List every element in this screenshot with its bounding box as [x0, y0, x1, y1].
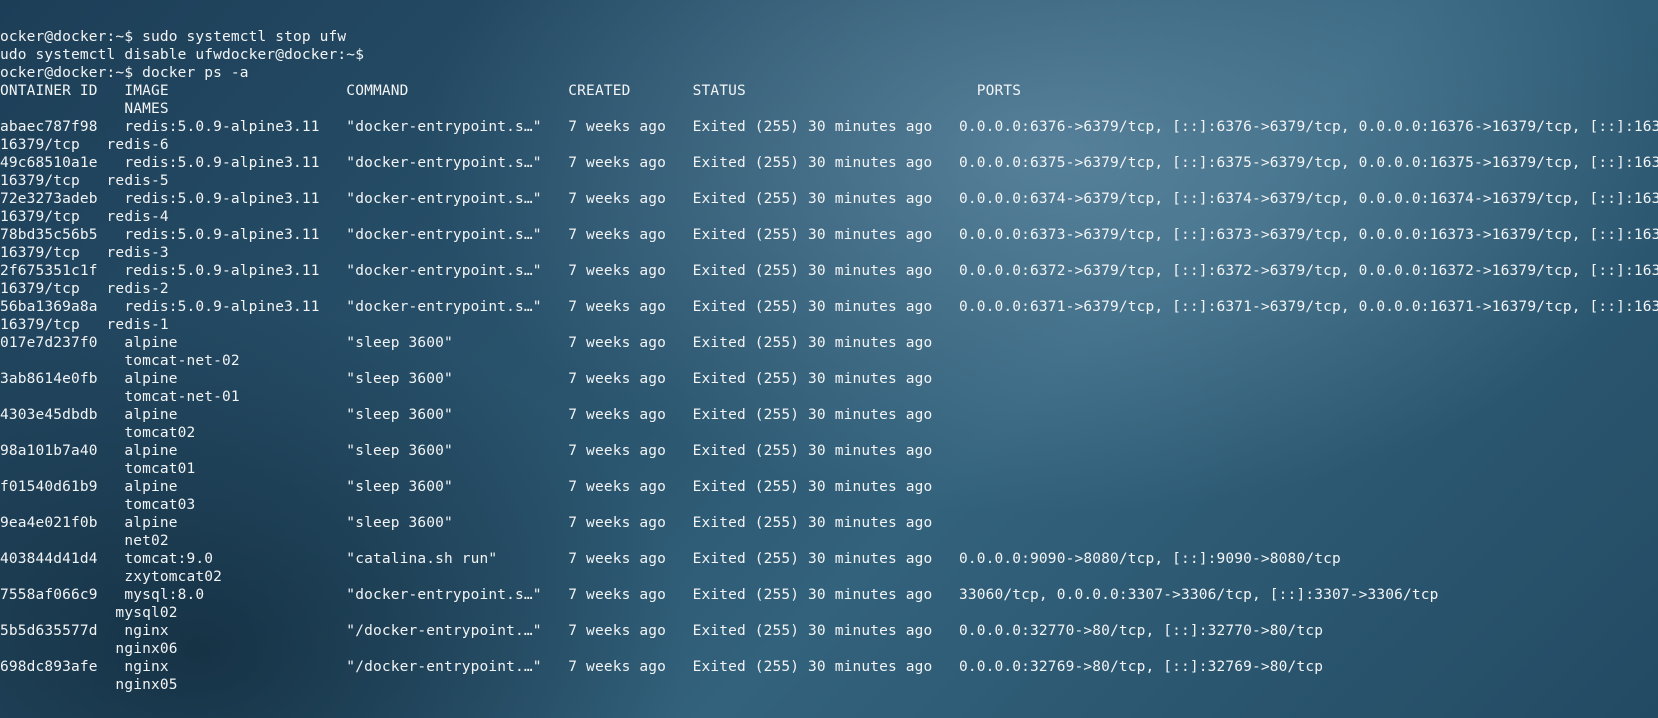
table-row: 78bd35c56b5 redis:5.0.9-alpine3.11 "dock… — [0, 227, 1658, 243]
terminal-line: ocker@docker:~$ sudo systemctl stop ufw — [0, 29, 347, 45]
table-row: f01540d61b9 alpine "sleep 3600" 7 weeks … — [0, 479, 933, 495]
table-row: 9ea4e021f0b alpine "sleep 3600" 7 weeks … — [0, 515, 933, 531]
table-row: mysql02 — [0, 605, 178, 621]
table-row: 3ab8614e0fb alpine "sleep 3600" 7 weeks … — [0, 371, 933, 387]
table-row: tomcat03 — [0, 497, 196, 513]
table-row: nginx06 — [0, 641, 178, 657]
table-header: NAMES — [0, 101, 169, 117]
table-row: 16379/tcp redis-2 — [0, 281, 169, 297]
table-row: 16379/tcp redis-5 — [0, 173, 169, 189]
table-row: 16379/tcp redis-6 — [0, 137, 169, 153]
table-row: tomcat01 — [0, 461, 196, 477]
terminal-line: ocker@docker:~$ docker ps -a — [0, 65, 249, 81]
table-row: 7558af066c9 mysql:8.0 "docker-entrypoint… — [0, 587, 1439, 603]
table-row: 4303e45dbdb alpine "sleep 3600" 7 weeks … — [0, 407, 933, 423]
table-row: 72e3273adeb redis:5.0.9-alpine3.11 "dock… — [0, 191, 1658, 207]
table-row: 98a101b7a40 alpine "sleep 3600" 7 weeks … — [0, 443, 933, 459]
table-row: tomcat-net-02 — [0, 353, 240, 369]
table-row: tomcat02 — [0, 425, 196, 441]
table-row: nginx05 — [0, 677, 178, 693]
table-row: abaec787f98 redis:5.0.9-alpine3.11 "dock… — [0, 119, 1658, 135]
table-row: net02 — [0, 533, 169, 549]
table-row: 5b5d635577d nginx "/docker-entrypoint.…"… — [0, 623, 1324, 639]
table-row: zxytomcat02 — [0, 569, 222, 585]
table-row: 49c68510a1e redis:5.0.9-alpine3.11 "dock… — [0, 155, 1658, 171]
table-row: 2f675351c1f redis:5.0.9-alpine3.11 "dock… — [0, 263, 1658, 279]
terminal-line: udo systemctl disable ufwdocker@docker:~… — [0, 47, 365, 63]
table-row: 16379/tcp redis-4 — [0, 209, 169, 225]
table-header: ONTAINER ID IMAGE COMMAND CREATED STATUS… — [0, 83, 1022, 99]
table-row: 403844d41d4 tomcat:9.0 "catalina.sh run"… — [0, 551, 1341, 567]
table-row: 16379/tcp redis-1 — [0, 317, 169, 333]
table-row: 16379/tcp redis-3 — [0, 245, 169, 261]
table-row: 698dc893afe nginx "/docker-entrypoint.…"… — [0, 659, 1324, 675]
table-row: 017e7d237f0 alpine "sleep 3600" 7 weeks … — [0, 335, 933, 351]
table-row: tomcat-net-01 — [0, 389, 240, 405]
table-row: 56ba1369a8a redis:5.0.9-alpine3.11 "dock… — [0, 299, 1658, 315]
terminal-window[interactable]: ocker@docker:~$ sudo systemctl stop ufw … — [0, 0, 1658, 718]
